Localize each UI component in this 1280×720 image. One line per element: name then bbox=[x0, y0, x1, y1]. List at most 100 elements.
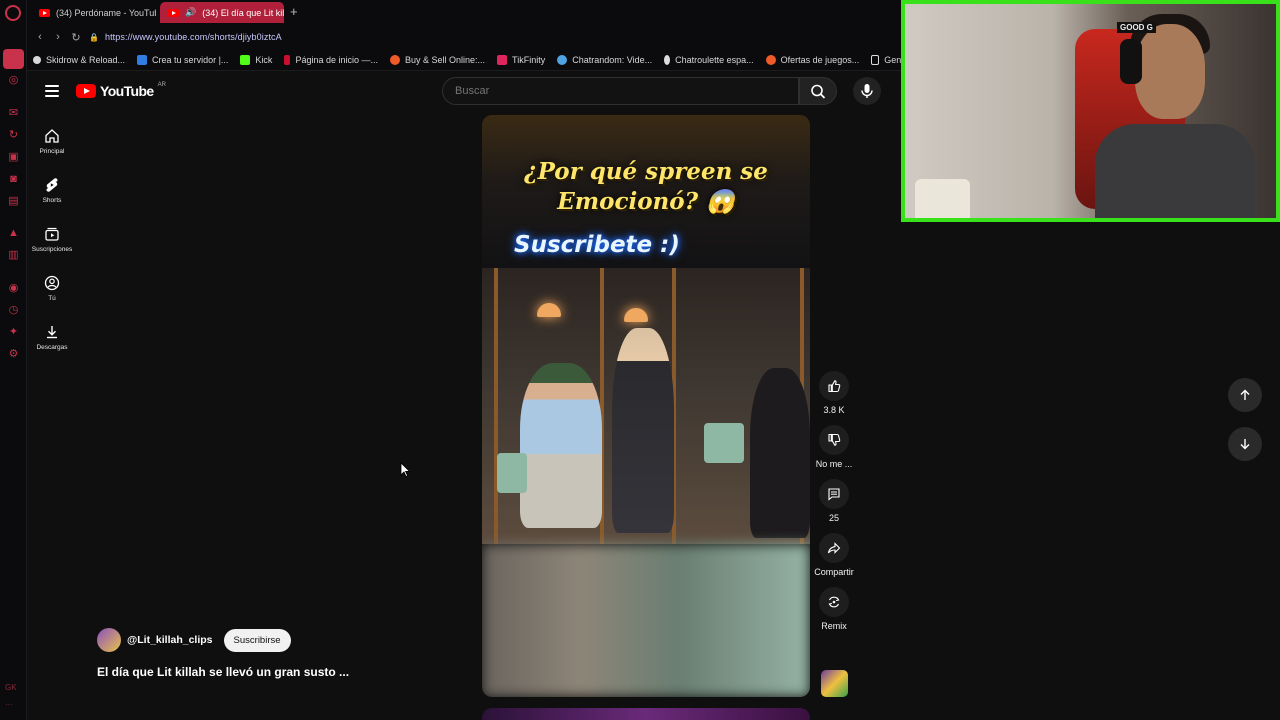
webcam-overlay: GOOD G bbox=[901, 0, 1280, 222]
short-actions: 3.8 K No me ... 25 Compartir Remix bbox=[812, 371, 856, 641]
bookmark-item[interactable]: Crea tu servidor |... bbox=[131, 54, 234, 65]
tab-lit-killah[interactable]: 🔊 (34) El día que Lit killa bbox=[160, 2, 284, 23]
g2a-icon bbox=[765, 54, 776, 65]
back-icon[interactable]: ‹ bbox=[31, 31, 49, 43]
bag-icon[interactable]: ▣ bbox=[7, 151, 20, 164]
opera-logo-icon[interactable] bbox=[5, 5, 21, 21]
bookmark-label: Chatroulette espa... bbox=[675, 54, 754, 65]
nav-item-shorts[interactable]: Shorts bbox=[27, 166, 77, 215]
next-short-button[interactable] bbox=[1228, 427, 1262, 461]
chair bbox=[497, 453, 527, 493]
speaker-icon[interactable]: 🔊 bbox=[185, 7, 196, 18]
mail-icon[interactable]: ▤ bbox=[7, 195, 20, 208]
search-icon bbox=[811, 84, 826, 99]
remix-icon bbox=[828, 596, 840, 608]
you-icon bbox=[44, 275, 60, 291]
short-title[interactable]: El día que Lit killah se llevó un gran s… bbox=[97, 665, 349, 679]
short-video-player[interactable]: ¿Por qué spreen se Emocionó? 😱 Suscribet… bbox=[482, 115, 810, 697]
lamp bbox=[624, 308, 648, 322]
sidebar-active-workspace-icon[interactable] bbox=[3, 49, 24, 69]
history-icon[interactable]: ↻ bbox=[7, 129, 20, 142]
microphone-icon bbox=[861, 84, 873, 98]
messenger-icon[interactable]: ✉ bbox=[7, 107, 20, 120]
bookmark-item[interactable]: Página de inicio —... bbox=[278, 54, 384, 65]
share-button[interactable] bbox=[819, 533, 849, 563]
dislike-button[interactable] bbox=[819, 425, 849, 455]
share-action[interactable]: Compartir bbox=[812, 533, 856, 577]
video-overlay-title: ¿Por qué spreen se Emocionó? 😱 bbox=[482, 157, 810, 217]
left-nav: Principal Shorts Suscripciones Tú Descar… bbox=[27, 117, 77, 362]
bookmark-item[interactable]: Kick bbox=[234, 54, 278, 65]
remix-action[interactable]: Remix bbox=[812, 587, 856, 631]
settings-icon[interactable]: ⚙ bbox=[7, 348, 20, 361]
g2a-icon bbox=[389, 54, 400, 65]
next-short-preview[interactable] bbox=[482, 708, 810, 720]
instagram-icon[interactable]: ◙ bbox=[7, 173, 20, 186]
like-action[interactable]: 3.8 K bbox=[812, 371, 856, 415]
bookmark-item[interactable]: Skidrow & Reload... bbox=[27, 55, 131, 65]
like-count: 3.8 K bbox=[823, 405, 845, 415]
headset bbox=[1120, 39, 1142, 84]
doc-icon bbox=[871, 54, 880, 65]
nav-item-descargas[interactable]: Descargas bbox=[27, 313, 77, 362]
skidrow-icon bbox=[33, 55, 41, 64]
aria-icon[interactable]: ▲ bbox=[7, 227, 20, 240]
bookmark-item[interactable]: Buy & Sell Online:... bbox=[384, 54, 491, 65]
person bbox=[750, 368, 810, 538]
player-icon[interactable]: ◉ bbox=[7, 282, 20, 295]
menu-icon[interactable] bbox=[45, 85, 59, 97]
remix-label: Remix bbox=[821, 621, 847, 631]
channel-avatar[interactable] bbox=[97, 628, 121, 652]
tab-perdoname[interactable]: (34) Perdóname - YouTub bbox=[31, 2, 156, 23]
arrow-down-icon bbox=[1240, 439, 1250, 450]
subscriptions-icon bbox=[45, 227, 59, 241]
bookmark-label: Página de inicio —... bbox=[295, 54, 378, 65]
nav-item-principal[interactable]: Principal bbox=[27, 117, 77, 166]
nav-item-suscripciones[interactable]: Suscripciones bbox=[27, 215, 77, 264]
channel-info: @Lit_killah_clips Suscribirse bbox=[97, 628, 291, 652]
bookmark-item[interactable]: Ofertas de juegos... bbox=[760, 54, 866, 65]
video-blurred-area bbox=[482, 544, 810, 697]
youtube-logo[interactable]: YouTube AR bbox=[76, 82, 166, 99]
opera-sidebar: ◎ ✉ ↻ ▣ ◙ ▤ ▲ ▥ ◉ ◷ ✦ ⚙ GK ··· bbox=[0, 0, 27, 720]
comments-button[interactable] bbox=[819, 479, 849, 509]
home-icon bbox=[45, 129, 59, 143]
video-caption-area: ¿Por qué spreen se Emocionó? 😱 Suscribet… bbox=[482, 115, 810, 268]
channel-name[interactable]: @Lit_killah_clips bbox=[127, 634, 213, 646]
bookmark-item[interactable]: TikFinity bbox=[491, 54, 551, 65]
headset-label: GOOD G bbox=[1117, 22, 1156, 33]
reload-icon[interactable]: ↻ bbox=[67, 31, 85, 44]
page-icon bbox=[284, 54, 291, 65]
search-button[interactable] bbox=[799, 77, 837, 105]
previous-short-button[interactable] bbox=[1228, 378, 1262, 412]
new-tab-button[interactable]: + bbox=[290, 4, 298, 19]
bookmark-item[interactable]: Chatrandom: Vide... bbox=[551, 54, 658, 65]
like-button[interactable] bbox=[819, 371, 849, 401]
nav-label: Tú bbox=[48, 295, 56, 302]
remix-button[interactable] bbox=[819, 587, 849, 617]
url-field[interactable]: https://www.youtube.com/shorts/djiyb0izt… bbox=[105, 32, 282, 42]
arrow-up-icon bbox=[1240, 389, 1250, 400]
more-icon[interactable]: ··· bbox=[5, 700, 13, 709]
comments-action[interactable]: 25 bbox=[812, 479, 856, 523]
video-frame bbox=[482, 268, 810, 544]
channel-thumbnail[interactable] bbox=[821, 670, 848, 697]
twitch-icon[interactable]: ▥ bbox=[7, 249, 20, 262]
overlay-line: Emocionó? 😱 bbox=[557, 188, 735, 215]
search-input[interactable] bbox=[442, 77, 799, 105]
dislike-action[interactable]: No me ... bbox=[812, 425, 856, 469]
person bbox=[612, 328, 674, 533]
download-icon bbox=[47, 326, 57, 339]
voice-search-button[interactable] bbox=[853, 77, 881, 105]
subscribe-button[interactable]: Suscribirse bbox=[223, 628, 291, 652]
whatsapp-icon[interactable]: ◎ bbox=[7, 74, 20, 87]
bookmark-label: Ofertas de juegos... bbox=[780, 54, 860, 65]
forward-icon[interactable]: › bbox=[49, 31, 67, 43]
clock-icon[interactable]: ◷ bbox=[7, 304, 20, 317]
nav-label: Descargas bbox=[36, 344, 68, 351]
comment-icon bbox=[828, 488, 840, 501]
nav-item-tu[interactable]: Tú bbox=[27, 264, 77, 313]
chat-icon bbox=[557, 54, 568, 65]
extensions-icon[interactable]: ✦ bbox=[7, 326, 20, 339]
bookmark-item[interactable]: Chatroulette espa... bbox=[658, 54, 760, 65]
